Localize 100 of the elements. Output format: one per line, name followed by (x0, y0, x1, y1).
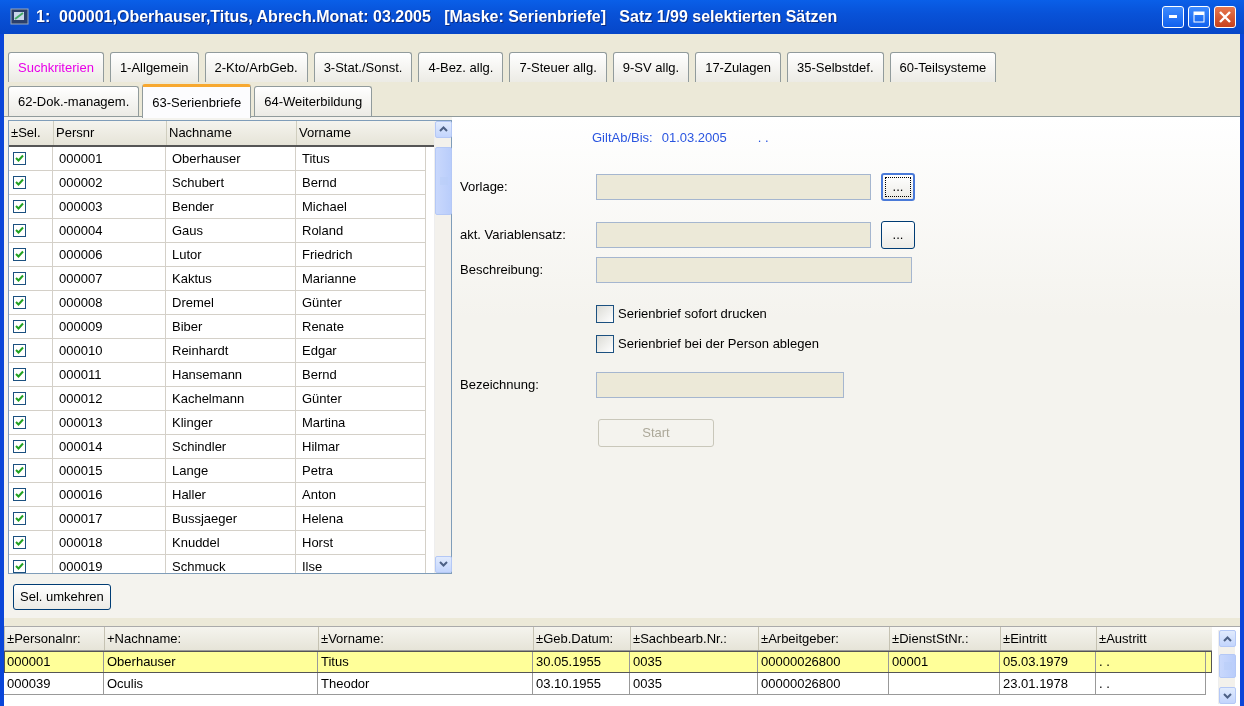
checkbox[interactable] (13, 391, 26, 405)
checkbox[interactable] (13, 367, 26, 381)
column-header[interactable]: ±Sachbearb.Nr.: (630, 627, 758, 651)
table-cell: Hansemann (166, 362, 296, 387)
checkbox[interactable] (13, 415, 26, 429)
table-cell: 05.03.1979 (1000, 651, 1096, 674)
table-cell: 30.05.1955 (533, 651, 630, 674)
column-header[interactable]: ±DienstStNr.: (889, 627, 1000, 651)
check-icon (15, 346, 24, 355)
checkbox[interactable] (13, 463, 26, 477)
scroll-thumb[interactable] (1219, 654, 1236, 679)
checkbox[interactable] (13, 223, 26, 237)
checkbox[interactable] (13, 247, 26, 261)
table-cell: 000002 (53, 170, 166, 195)
table-cell: Ilse (296, 554, 426, 573)
table-cell: 000009 (53, 314, 166, 339)
table-cell: Michael (296, 194, 426, 219)
input-field[interactable] (596, 173, 871, 200)
scroll-up-button[interactable] (435, 120, 452, 138)
browse-button[interactable]: ... (881, 172, 915, 201)
table-cell: 000019 (53, 554, 166, 573)
table-cell: Gaus (166, 218, 296, 243)
checkbox[interactable] (13, 535, 26, 549)
check-icon (15, 562, 24, 571)
table-cell: Petra (296, 458, 426, 483)
tab[interactable]: 7-Steuer allg. (509, 51, 607, 82)
table-row[interactable]: 000001 Oberhauser Titus 30.05.1955 0035 00000026800 00001 05.03.1979 . . (4, 651, 1212, 674)
column-header[interactable]: ±Geb.Datum: (533, 627, 630, 651)
tab[interactable]: 64-Weiterbildung (254, 85, 373, 116)
table-cell: 000018 (53, 530, 166, 555)
field-label: Bezeichnung: (460, 377, 540, 393)
table-cell: Theodor (318, 673, 533, 696)
checkbox[interactable] (13, 511, 26, 525)
checkbox[interactable] (13, 487, 26, 501)
tab[interactable]: 63-Serienbriefe (142, 83, 252, 118)
checkbox[interactable] (13, 271, 26, 285)
table-cell: Kaktus (166, 266, 296, 291)
scroll-up-button[interactable] (1219, 630, 1236, 648)
checkbox[interactable] (13, 175, 26, 189)
table-cell: Titus (318, 651, 533, 674)
column-header[interactable]: ±Eintritt (1000, 627, 1096, 651)
browse-button[interactable]: ... (881, 220, 915, 249)
column-header[interactable]: Vorname (296, 120, 426, 145)
input-field[interactable] (596, 371, 844, 398)
table-cell: Günter (296, 386, 426, 411)
window-title: 1: 000001,Oberhauser,Titus, Abrech.Monat: 03.2005 [Maske: Serienbriefe] Satz 1/99 selektierten Sätzen (36, 7, 839, 26)
tab[interactable]: 62-Dok.-managem. (8, 85, 140, 116)
tab[interactable]: 35-Selbstdef. (786, 51, 884, 82)
input-field[interactable] (596, 256, 912, 283)
checkbox[interactable] (13, 199, 26, 213)
invert-selection-button[interactable]: Sel. umkehren (13, 583, 111, 610)
table-cell: Schmuck (166, 554, 296, 573)
tab[interactable]: 9-SV allg. (612, 51, 690, 82)
check-icon (15, 226, 24, 235)
close-button[interactable] (1214, 5, 1236, 28)
checkbox[interactable] (13, 295, 26, 309)
tab[interactable]: 1-Allgemein (109, 51, 199, 82)
tab[interactable]: 60-Teilsysteme (889, 51, 997, 82)
table-cell: Klinger (166, 410, 296, 435)
table-cell: Friedrich (296, 242, 426, 267)
table-cell: 000010 (53, 338, 166, 363)
input-field[interactable] (596, 221, 871, 248)
checkbox[interactable] (13, 151, 26, 165)
checkbox[interactable] (13, 439, 26, 453)
column-header[interactable]: ±Arbeitgeber: (758, 627, 889, 651)
field-label: Beschreibung: (460, 262, 545, 278)
checkbox[interactable] (596, 304, 614, 323)
column-header[interactable]: +Nachname: (104, 627, 318, 651)
tab[interactable]: 17-Zulagen (695, 51, 781, 82)
column-header[interactable]: Nachname (166, 120, 296, 145)
checkbox[interactable] (13, 343, 26, 357)
checkbox[interactable] (13, 319, 26, 333)
table-cell: 00000026800 (758, 673, 889, 696)
minimize-icon (1169, 15, 1177, 19)
table-cell: 000001 (53, 146, 166, 171)
column-header[interactable]: ±Austritt (1096, 627, 1206, 651)
chevron-up-icon (439, 126, 448, 133)
column-header[interactable]: ±Personalnr: (4, 627, 104, 651)
column-header[interactable]: ±Vorname: (318, 627, 533, 651)
column-header[interactable]: ±Sel. (9, 120, 53, 145)
table-row[interactable]: 000039 Oculis Theodor 03.10.1955 0035 00000026800 23.01.1978 . . (4, 673, 1212, 696)
chevron-down-icon (439, 561, 448, 568)
tab[interactable]: 2-Kto/ArbGeb. (204, 51, 308, 82)
table-cell: 000017 (53, 506, 166, 531)
scroll-down-button[interactable] (1219, 687, 1236, 705)
table-cell: Renate (296, 314, 426, 339)
tab[interactable]: 3-Stat./Sonst. (313, 51, 413, 82)
scroll-down-button[interactable] (435, 555, 452, 573)
column-header[interactable]: Persnr (53, 120, 166, 145)
minimize-button[interactable] (1162, 5, 1184, 28)
tab[interactable]: 4-Bez. allg. (418, 51, 504, 82)
table-cell: 000012 (53, 386, 166, 411)
checkbox[interactable] (596, 334, 614, 353)
table-cell: 000011 (53, 362, 166, 387)
maximize-button[interactable] (1188, 5, 1210, 28)
option-label: Serienbrief sofort drucken (618, 306, 767, 322)
table-cell: . . (1096, 651, 1206, 674)
table-cell: Bender (166, 194, 296, 219)
scroll-thumb[interactable] (435, 146, 452, 215)
checkbox[interactable] (13, 559, 26, 573)
